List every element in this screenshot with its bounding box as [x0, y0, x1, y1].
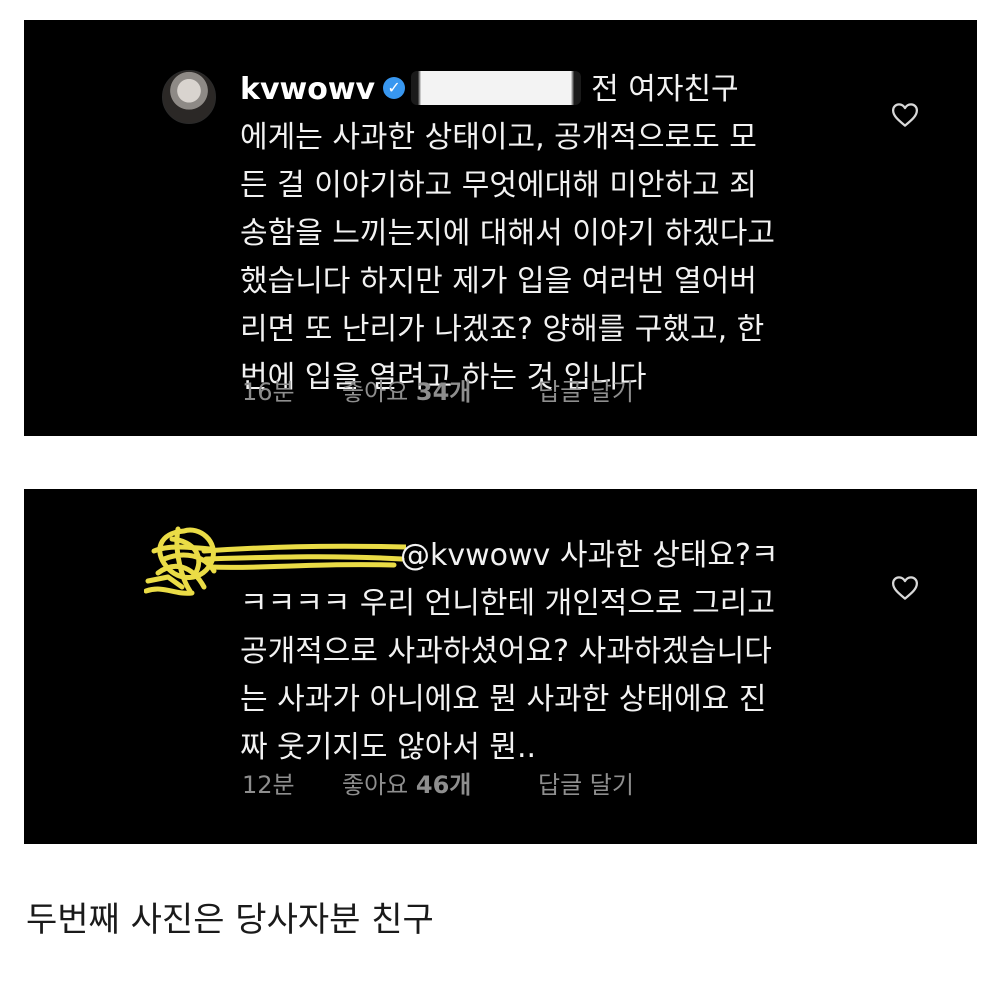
- comment-time: 16분: [242, 378, 295, 406]
- reply-button[interactable]: 답글 달기: [538, 372, 634, 407]
- mention-link[interactable]: @kvwowv: [400, 538, 550, 573]
- comment-line: 송함을 느끼는지에 대해서 이야기 하겠다고: [240, 216, 775, 251]
- verified-badge-icon: ✓: [383, 76, 406, 99]
- likes-count[interactable]: 좋아요 46개: [342, 765, 538, 800]
- comment-line: 했습니다 하지만 제가 입을 여러번 열어버: [240, 264, 757, 299]
- comment-time: 12분: [242, 771, 295, 799]
- post-caption: 두번째 사진은 당사자분 친구: [26, 900, 434, 940]
- comment-line: @kvwowv 사과한 상태요?ㅋ: [240, 532, 779, 580]
- comment-line-text: 전 여자친구: [591, 72, 739, 107]
- comment-line: 는 사과가 아니에요 뭔 사과한 상태에요 진: [240, 682, 767, 717]
- reply-button[interactable]: 답글 달기: [538, 765, 634, 800]
- heart-icon[interactable]: [890, 573, 920, 603]
- comment-line: 에게는 사과한 상태이고, 공개적으로도 모: [240, 120, 757, 155]
- heart-icon[interactable]: [890, 100, 920, 130]
- likes-count[interactable]: 좋아요 34개: [342, 372, 538, 407]
- comment-line: ㅋㅋㅋㅋ 우리 언니한테 개인적으로 그리고: [240, 586, 775, 621]
- likes-label: 좋아요: [342, 771, 409, 799]
- redacted-mention: [411, 70, 582, 105]
- comment-line: 공개적으로 사과하셨어요? 사과하겠습니다: [240, 634, 772, 669]
- comment-meta: 16분 좋아요 34개 답글 달기: [242, 372, 634, 407]
- comment-line-text: 사과한 상태요?ㅋ: [559, 538, 779, 573]
- comment-screenshot-1: kvwowv ✓ 전 여자친구 에게는 사과한 상태이고, 공개적으로도 모 든 걸…: [24, 20, 977, 436]
- avatar[interactable]: [162, 70, 216, 124]
- comment-line: 든 걸 이야기하고 무엇에대해 미안하고 죄: [240, 168, 757, 203]
- username[interactable]: kvwowv: [240, 72, 375, 107]
- comment-body: kvwowv ✓ 전 여자친구 에게는 사과한 상태이고, 공개적으로도 모 든 걸…: [240, 66, 775, 402]
- likes-number: 34개: [415, 378, 472, 406]
- likes-number: 46개: [415, 771, 472, 799]
- comment-screenshot-2: @kvwowv 사과한 상태요?ㅋ ㅋㅋㅋㅋ 우리 언니한테 개인적으로 그리고…: [24, 489, 977, 844]
- comment-line: kvwowv ✓ 전 여자친구: [240, 66, 775, 114]
- comment-body: @kvwowv 사과한 상태요?ㅋ ㅋㅋㅋㅋ 우리 언니한테 개인적으로 그리고…: [240, 532, 779, 772]
- comment-meta: 12분 좋아요 46개 답글 달기: [242, 765, 634, 800]
- likes-label: 좋아요: [342, 378, 409, 406]
- comment-line: 리면 또 난리가 나겠죠? 양해를 구했고, 한: [240, 312, 765, 347]
